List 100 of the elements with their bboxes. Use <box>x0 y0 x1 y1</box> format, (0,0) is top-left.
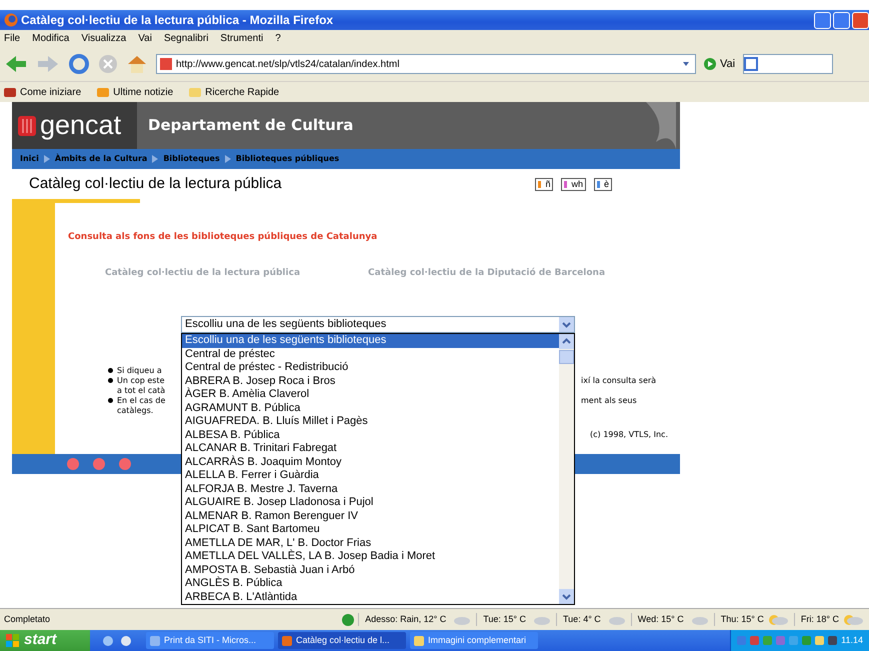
quick-launch-icon[interactable] <box>120 634 132 646</box>
language-link[interactable]: è <box>594 178 612 190</box>
stop-icon[interactable] <box>98 54 118 74</box>
list-option[interactable]: ALBESA B. Pública <box>182 428 559 442</box>
caret-icon[interactable] <box>559 317 574 332</box>
scrollbar[interactable] <box>559 334 574 604</box>
department-title: Departament de Cultura <box>147 115 354 136</box>
list-option[interactable]: ALFORJA B. Mestre J. Taverna <box>182 482 559 496</box>
breadcrumb-link[interactable]: Biblioteques públiques <box>236 153 340 165</box>
breadcrumb-arrow-icon <box>152 155 158 163</box>
menu-item[interactable]: Modifica <box>32 31 70 46</box>
logo-icon <box>18 116 36 136</box>
flag-icon <box>596 180 600 188</box>
scroll-thumb[interactable] <box>559 350 574 364</box>
taskbar-button[interactable]: Print da SITI - Micros... <box>146 632 274 649</box>
note-text: ment als seus <box>581 396 637 406</box>
list-option[interactable]: AMETLLA DE MAR, L' B. Doctor Frias <box>182 536 559 550</box>
language-link[interactable]: ñ <box>535 178 554 190</box>
breadcrumb-arrow-icon <box>224 155 231 163</box>
status-text: Completato <box>4 612 52 626</box>
note-text: catàlegs. <box>117 406 154 416</box>
bookmark-link[interactable]: Ultime notizie <box>97 84 174 100</box>
reload-icon[interactable] <box>68 54 90 74</box>
weather-text: Tue: 15° C <box>483 612 526 626</box>
note-text: Un cop este <box>117 376 166 386</box>
app-icon <box>414 636 424 646</box>
bookmark-icon <box>97 86 110 98</box>
maximize-button[interactable] <box>833 12 850 28</box>
clock-text: 11.14 <box>841 634 863 647</box>
weather-text: Wed: 15° C <box>638 612 684 626</box>
site-icon <box>160 58 172 70</box>
go-icon <box>704 58 716 70</box>
nav-icon[interactable] <box>67 458 79 470</box>
section-title: Consulta als fons de les biblioteques públiques de Catalunya <box>68 231 378 244</box>
windows-logo-icon <box>6 634 20 648</box>
note-text: Si diqueu a <box>117 366 163 376</box>
list-option[interactable]: Escolliu una de les següents biblioteques <box>182 334 559 348</box>
list-option[interactable]: ABRERA B. Josep Roca i Bros <box>182 374 559 388</box>
quick-launch-icon[interactable] <box>102 634 114 646</box>
flag-icon <box>538 180 542 188</box>
bookmark-link[interactable]: Ricerche Rapide <box>189 84 280 100</box>
flag-icon <box>564 180 568 188</box>
list-option[interactable]: ALMENAR B. Ramon Berenguer IV <box>182 510 559 523</box>
list-option[interactable]: AMPOSTA B. Sebastià Juan i Arbó <box>182 564 559 577</box>
weather-text: Tue: 4° C <box>563 612 601 626</box>
nav-icon[interactable] <box>119 458 131 470</box>
library-select[interactable]: Escolliu una de les següents biblioteques <box>181 316 575 333</box>
menu-item[interactable]: File <box>4 31 20 46</box>
nav-icon[interactable] <box>93 458 105 470</box>
menu-item[interactable]: ? <box>275 31 281 46</box>
go-button[interactable]: Vai <box>704 56 736 72</box>
list-option[interactable]: AMETLLA DEL VALLÈS, LA B. Josep Badia i Moret <box>182 550 559 564</box>
list-option[interactable]: ANGLÈS B. Pública <box>182 577 559 590</box>
weather-globe-icon <box>342 614 354 626</box>
bookmark-icon <box>4 86 16 98</box>
note-text: En el cas de <box>117 396 166 406</box>
language-link[interactable]: wh <box>561 178 586 190</box>
list-option[interactable]: AIGUAFREDA. B. Lluís Millet i Pagès <box>182 415 559 428</box>
address-field[interactable]: http://www.gencat.net/slp/vtls24/catalan/index.html <box>156 54 696 74</box>
logo-text: gencat <box>40 109 122 142</box>
breadcrumb-link[interactable]: Inici <box>20 153 39 165</box>
search-field[interactable] <box>743 54 834 74</box>
list-option[interactable]: ALELLA B. Ferrer i Guàrdia <box>182 469 559 482</box>
minimize-button[interactable] <box>814 12 831 28</box>
close-button[interactable] <box>852 12 869 28</box>
list-option[interactable]: Central de préstec - Redistribució <box>182 361 559 374</box>
list-option[interactable]: ARBECA B. L'Atlàntida <box>182 590 559 604</box>
weather-text: Thu: 15° C <box>720 612 764 626</box>
scroll-down-icon[interactable] <box>559 589 574 604</box>
taskbar-button[interactable]: Catàleg col·lectiu de l... <box>278 632 406 649</box>
sun-cloud-icon <box>843 614 863 624</box>
list-option[interactable]: ALGUAIRE B. Josep Lladonosa i Pujol <box>182 496 559 510</box>
menu-item[interactable]: Visualizza <box>81 31 126 46</box>
weather-text: Adesso: Rain, 12° C <box>365 612 446 626</box>
list-option[interactable]: AGRAMUNT B. Pública <box>182 402 559 415</box>
menu-item[interactable]: Vai <box>138 31 152 46</box>
breadcrumb-link[interactable]: Biblioteques <box>163 153 220 165</box>
scroll-up-icon[interactable] <box>559 334 574 349</box>
home-icon[interactable] <box>126 54 148 74</box>
weather-text: Fri: 18° C <box>800 612 839 626</box>
note-text: ixí la consulta serà <box>581 376 656 386</box>
list-option[interactable]: ALPICAT B. Sant Bartomeu <box>182 523 559 536</box>
list-option[interactable]: Central de préstec <box>182 348 559 361</box>
taskbar-button[interactable]: Immagini complementari <box>410 632 538 649</box>
list-option[interactable]: ÀGER B. Amèlia Claverol <box>182 388 559 402</box>
breadcrumb-arrow-icon <box>44 155 50 163</box>
browser-icon <box>4 13 18 27</box>
list-option[interactable]: ALCANAR B. Trinitari Fabregat <box>182 442 559 456</box>
page-heading: Catàleg col·lectiu de la lectura pública <box>29 174 283 194</box>
copyright-text: (c) 1998, VTLS, Inc. <box>590 429 668 441</box>
window-title: Catàleg col·lectiu de la lectura pública - Mozilla Firefox <box>21 12 334 29</box>
menu-item[interactable]: Segnalibri <box>164 31 208 46</box>
menu-item[interactable]: Strumenti <box>220 31 264 46</box>
app-icon <box>150 636 160 646</box>
folder-icon <box>189 86 202 98</box>
forward-icon[interactable] <box>36 54 60 74</box>
breadcrumb-link[interactable]: Àmbits de la Cultura <box>54 153 148 165</box>
bookmark-link[interactable]: Come iniziare <box>4 84 82 100</box>
back-icon[interactable] <box>4 54 28 74</box>
sun-cloud-icon <box>768 614 788 624</box>
